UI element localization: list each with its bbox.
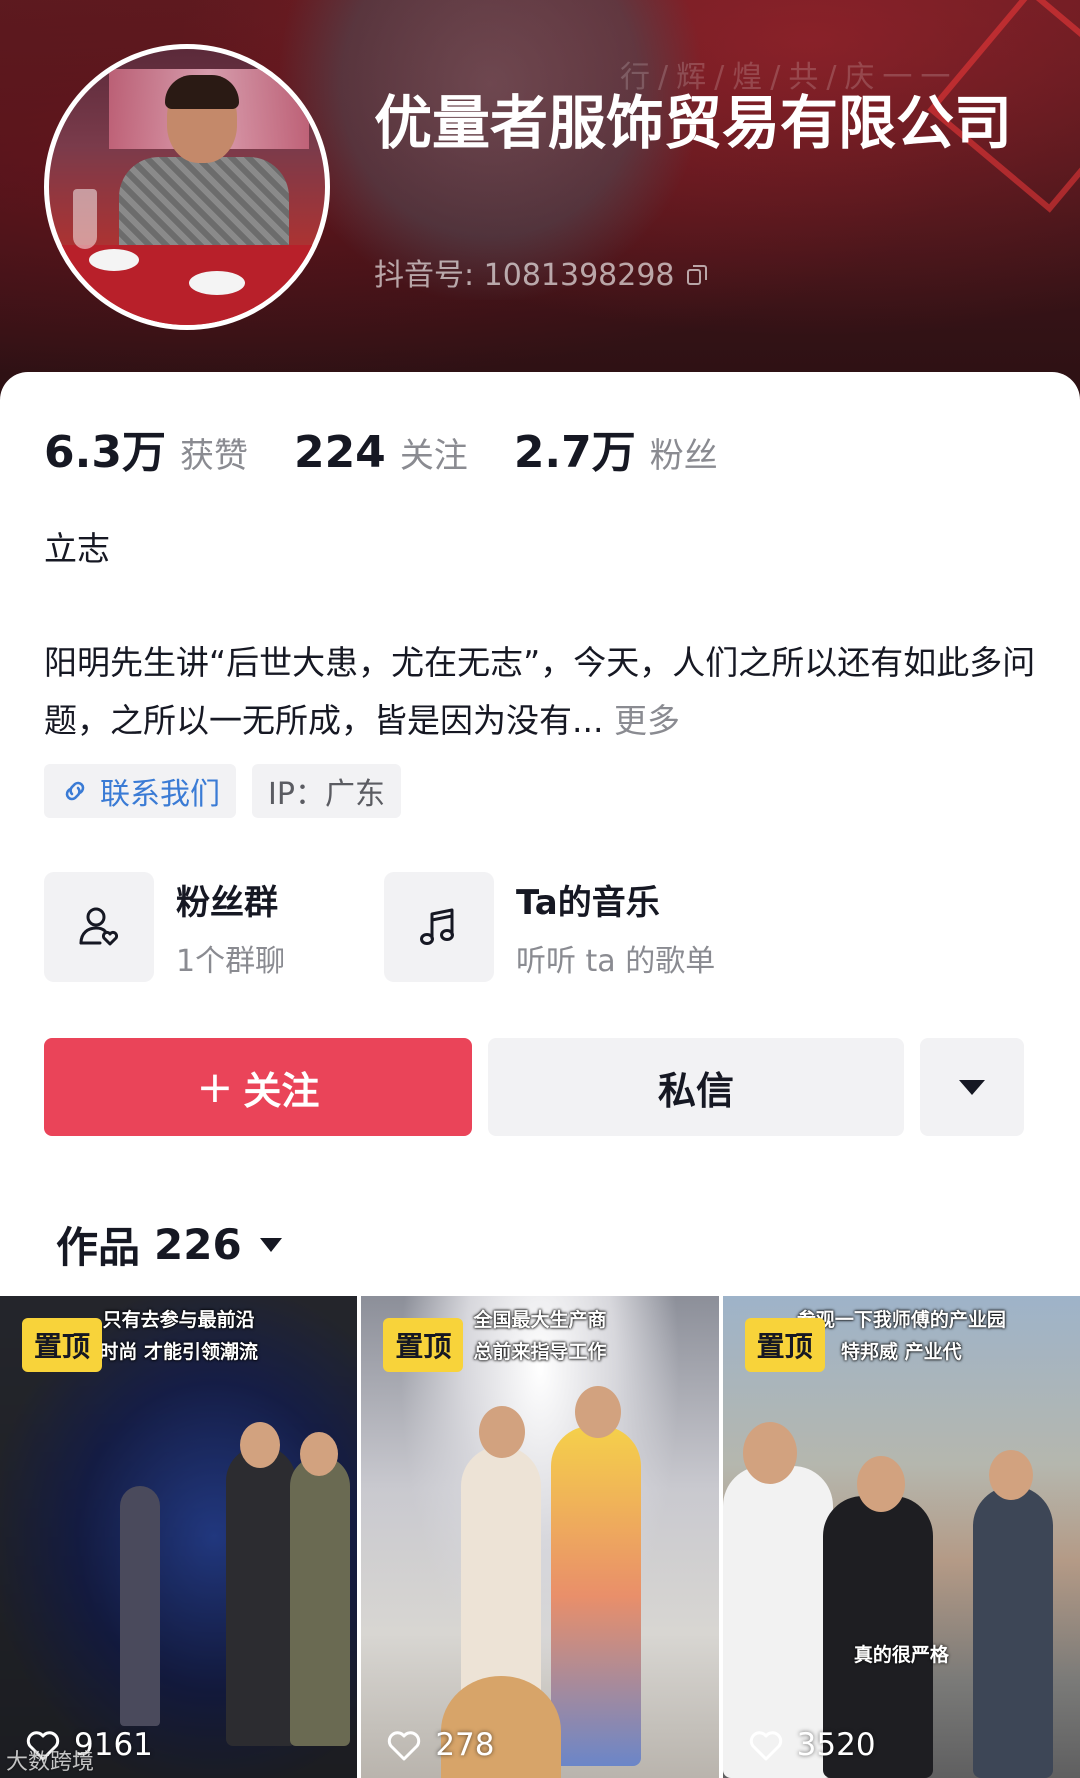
caret-down-icon <box>959 1079 985 1095</box>
stat-likes-label: 获赞 <box>179 436 248 476</box>
stat-likes[interactable]: 6.3万 获赞 <box>44 416 248 480</box>
stats-row: 6.3万 获赞 224 关注 2.7万 粉丝 <box>44 416 764 480</box>
message-label: 私信 <box>657 1068 734 1113</box>
pinned-badge: 置顶 <box>22 1318 103 1372</box>
more-options-button[interactable] <box>920 1038 1024 1136</box>
contact-us-tag[interactable]: 联系我们 <box>44 764 236 818</box>
stat-followers[interactable]: 2.7万 粉丝 <box>514 416 718 480</box>
pinned-badge: 置顶 <box>744 1318 825 1372</box>
music-subtitle: 听听 ta 的歌单 <box>516 943 716 979</box>
feature-entries: 粉丝群 1个群聊 Ta的音乐 听听 ta 的歌单 <box>44 872 724 982</box>
bio-title: 立志 <box>44 529 110 568</box>
works-count: 226 <box>154 1220 242 1269</box>
video-thumbnail[interactable]: 全国最大生产商 总前来指导工作 置顶 278 <box>361 1296 719 1778</box>
video-likes-count: 3520 <box>796 1727 876 1763</box>
profile-tags: 联系我们 IP：广东 <box>44 764 401 818</box>
follow-label: 关注 <box>243 1068 320 1113</box>
heart-icon <box>747 1726 785 1764</box>
stat-following-label: 关注 <box>399 436 468 476</box>
avatar[interactable] <box>44 44 330 330</box>
heart-icon <box>385 1726 423 1764</box>
stat-followers-label: 粉丝 <box>649 436 718 476</box>
ip-location-label: IP：广东 <box>268 777 385 812</box>
bio-body: 阳明先生讲“后世大患，尤在无志”，今天，人们之所以还有如此多问题，之所以一无所成… <box>44 643 1036 740</box>
video-likes-count: 278 <box>435 1727 495 1763</box>
works-tab[interactable]: 作品 226 <box>56 1214 282 1275</box>
works-label: 作品 <box>56 1223 141 1272</box>
fans-group-entry[interactable]: 粉丝群 1个群聊 <box>44 872 384 982</box>
plus-icon: + <box>196 1061 234 1113</box>
pinned-badge: 置顶 <box>383 1318 464 1372</box>
stat-followers-value: 2.7万 <box>513 427 636 478</box>
contact-us-label: 联系我们 <box>100 777 220 812</box>
profile-banner: 行/辉/煌/共/庆一一 优量者服饰贸易有限公司 抖音号: 1081398298 <box>0 0 1080 420</box>
stat-following-value: 224 <box>293 427 386 478</box>
video-mid-caption: 真的很严格 <box>853 1644 949 1666</box>
bio-more-link[interactable]: 更多 <box>614 701 680 740</box>
link-icon <box>60 776 90 806</box>
video-thumbnail[interactable]: 参观一下我师傅的产业园 特邦威 产业代 真的很严格 置顶 3520 <box>722 1296 1080 1778</box>
copy-icon[interactable] <box>685 260 709 285</box>
stat-following[interactable]: 224 关注 <box>294 427 468 478</box>
music-title: Ta的音乐 <box>516 882 660 923</box>
fans-group-subtitle: 1个群聊 <box>176 943 286 979</box>
douyin-id-text: 抖音号: 1081398298 <box>374 258 675 293</box>
music-entry[interactable]: Ta的音乐 听听 ta 的歌单 <box>384 872 724 982</box>
music-note-icon <box>384 872 494 982</box>
video-likes: 3520 <box>747 1726 876 1764</box>
stat-likes-value: 6.3万 <box>44 427 166 478</box>
caret-down-icon <box>259 1237 282 1252</box>
video-likes: 278 <box>385 1726 495 1764</box>
action-buttons: + 关注 私信 <box>44 1038 1024 1136</box>
bio-text[interactable]: 阳明先生讲“后世大患，尤在无志”，今天，人们之所以还有如此多问题，之所以一无所成… <box>44 634 1044 750</box>
ip-location-tag: IP：广东 <box>252 764 401 818</box>
fans-group-icon <box>44 872 154 982</box>
profile-page: 行/辉/煌/共/庆一一 优量者服饰贸易有限公司 抖音号: 1081398298 <box>0 0 1080 1778</box>
message-button[interactable]: 私信 <box>488 1038 904 1136</box>
follow-button[interactable]: + 关注 <box>44 1038 472 1136</box>
video-grid: 只有去参与最前沿 时尚 才能引领潮流 置顶 9161 大数跨境 全国最大生产商 … <box>0 1296 1080 1778</box>
douyin-id-row[interactable]: 抖音号: 1081398298 <box>374 250 709 294</box>
profile-name: 优量者服饰贸易有限公司 <box>374 89 1013 157</box>
fans-group-title: 粉丝群 <box>176 882 278 923</box>
watermark: 大数跨境 <box>6 1750 95 1775</box>
video-thumbnail[interactable]: 只有去参与最前沿 时尚 才能引领潮流 置顶 9161 大数跨境 <box>0 1296 358 1778</box>
